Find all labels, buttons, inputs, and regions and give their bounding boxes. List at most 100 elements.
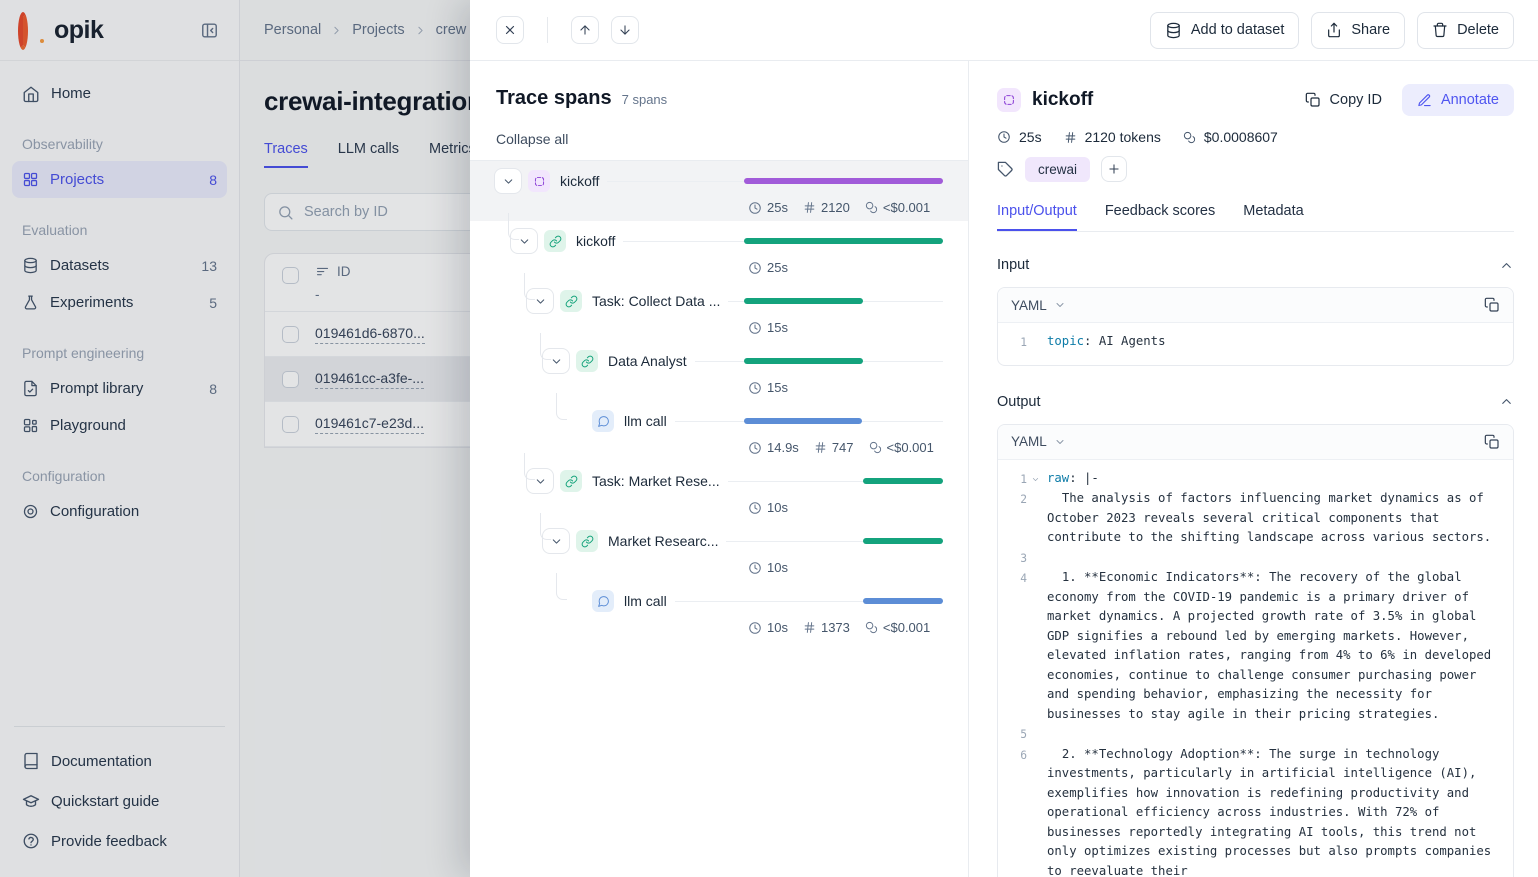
code-line: 6 2. **Technology Adoption**: The surge …: [1007, 745, 1500, 877]
copy-input-button[interactable]: [1484, 297, 1500, 313]
detail-tabs: Input/Output Feedback scores Metadata: [997, 203, 1514, 232]
span-label: Task: Market Rese...: [582, 473, 720, 489]
chevron-down-icon: [1054, 299, 1066, 311]
previous-trace-button[interactable]: [571, 16, 599, 44]
span-row-meta: 15s: [748, 316, 943, 339]
clock-icon: [748, 201, 762, 215]
share-button[interactable]: Share: [1311, 12, 1405, 49]
span-duration-value: 10s: [767, 500, 788, 515]
copy-output-button[interactable]: [1484, 434, 1500, 450]
tag-pill[interactable]: crewai: [1025, 157, 1090, 182]
span-tree-row[interactable]: Task: Collect Data ... 15s: [470, 281, 968, 341]
next-trace-button[interactable]: [611, 16, 639, 44]
span-label: Market Researc...: [598, 533, 718, 549]
line-number: 4: [1007, 568, 1027, 724]
code-text: The analysis of factors influencing mark…: [1043, 489, 1500, 548]
add-tag-button[interactable]: [1101, 156, 1127, 182]
span-details-panel: kickoff Copy ID Annotate 25s: [968, 61, 1538, 877]
code-text: [1043, 724, 1500, 745]
clock-icon: [748, 621, 762, 635]
close-button[interactable]: [496, 16, 524, 44]
code-text: [1043, 548, 1500, 569]
arrow-down-icon: [618, 23, 632, 37]
input-format-select[interactable]: YAML: [1011, 298, 1047, 313]
span-tree-row[interactable]: llm call14.9s747<$0.001: [470, 401, 968, 461]
toolbar-divider: [547, 17, 548, 43]
chat-icon: [592, 410, 614, 432]
span-tree-row[interactable]: Data Analyst15s: [470, 341, 968, 401]
share-icon: [1326, 22, 1342, 38]
coins-icon: [865, 621, 878, 634]
span-label: Task: Collect Data ...: [582, 293, 720, 309]
line-number: 3: [1007, 548, 1027, 569]
span-cost-value: <$0.001: [887, 440, 934, 455]
delete-button[interactable]: Delete: [1417, 12, 1514, 49]
code-line: 5: [1007, 724, 1500, 745]
code-line: 4 1. **Economic Indicators**: The recove…: [1007, 568, 1500, 724]
timeline-track: [744, 538, 943, 544]
link-icon: [560, 470, 582, 492]
span-tokens-value: 1373: [821, 620, 850, 635]
sheet-toolbar: Add to dataset Share Delete: [470, 0, 1538, 61]
span-duration-value: 25s: [767, 260, 788, 275]
duration-bar: [744, 178, 943, 184]
span-row-meta: 15s: [748, 376, 943, 399]
span-row-meta: 25s: [748, 256, 943, 279]
trace-type-icon: [997, 88, 1021, 112]
span-duration: 15s: [748, 320, 788, 335]
close-icon: [503, 23, 517, 37]
input-section-title: Input: [997, 257, 1029, 273]
fold-spacer: [1027, 332, 1043, 353]
annotate-button[interactable]: Annotate: [1402, 84, 1514, 116]
link-icon: [560, 290, 582, 312]
span-label: kickoff: [566, 233, 615, 249]
collapse-span-button[interactable]: [494, 168, 522, 194]
span-duration: 10s: [748, 500, 788, 515]
tree-connector: [556, 393, 567, 420]
coins-icon: [1183, 131, 1196, 144]
span-stats: 25s 2120 tokens $0.0008607: [997, 129, 1514, 145]
clock-icon: [748, 321, 762, 335]
span-duration: 14.9s: [748, 440, 799, 455]
collapse-input-icon[interactable]: [1499, 258, 1514, 273]
link-icon: [576, 530, 598, 552]
add-to-dataset-label: Add to dataset: [1191, 22, 1285, 38]
fold-spacer: [1027, 745, 1043, 877]
span-label: llm call: [614, 593, 667, 609]
detail-tab-feedback-scores[interactable]: Feedback scores: [1105, 203, 1215, 231]
span-tree-row[interactable]: kickoff25s2120<$0.001: [470, 161, 968, 221]
fold-spacer: [1027, 548, 1043, 569]
collapse-all-link[interactable]: Collapse all: [496, 131, 568, 147]
trace-spans-title: Trace spans: [496, 87, 612, 110]
fold-chevron-icon[interactable]: [1027, 469, 1043, 490]
code-text: 2. **Technology Adoption**: The surge in…: [1043, 745, 1500, 877]
span-tree-row[interactable]: Market Researc... 10s: [470, 521, 968, 581]
collapse-output-icon[interactable]: [1499, 394, 1514, 409]
detail-tab-input-output[interactable]: Input/Output: [997, 203, 1077, 231]
span-tree-row[interactable]: llm call10s1373<$0.001: [470, 581, 968, 641]
coins-icon: [865, 201, 878, 214]
span-tokens-value: 747: [832, 440, 854, 455]
duration-bar: [863, 598, 943, 604]
span-cost-value: <$0.001: [883, 200, 930, 215]
fold-spacer: [1027, 724, 1043, 745]
copy-id-button[interactable]: Copy ID: [1297, 86, 1390, 114]
span-tree-row[interactable]: kickoff 25s: [470, 221, 968, 281]
spans-count: 7 spans: [622, 92, 668, 107]
span-tokens: 1373: [803, 620, 850, 635]
span-duration-value: 10s: [767, 560, 788, 575]
trace-icon: [528, 170, 550, 192]
duration-stat: 25s: [997, 129, 1042, 145]
output-format-select[interactable]: YAML: [1011, 434, 1047, 449]
span-duration-value: 15s: [767, 380, 788, 395]
span-duration: 25s: [748, 200, 788, 215]
duration-bar: [744, 418, 862, 424]
spans-tree: kickoff25s2120<$0.001 kickoff 25s Task: Col…: [470, 160, 968, 877]
code-line: 2 The analysis of factors influencing ma…: [1007, 489, 1500, 548]
add-to-dataset-button[interactable]: Add to dataset: [1150, 12, 1300, 49]
link-icon: [544, 230, 566, 252]
detail-tab-metadata[interactable]: Metadata: [1243, 203, 1303, 231]
span-duration: 10s: [748, 560, 788, 575]
span-tree-row[interactable]: Task: Market Rese... 10s: [470, 461, 968, 521]
pen-icon: [1417, 93, 1432, 108]
